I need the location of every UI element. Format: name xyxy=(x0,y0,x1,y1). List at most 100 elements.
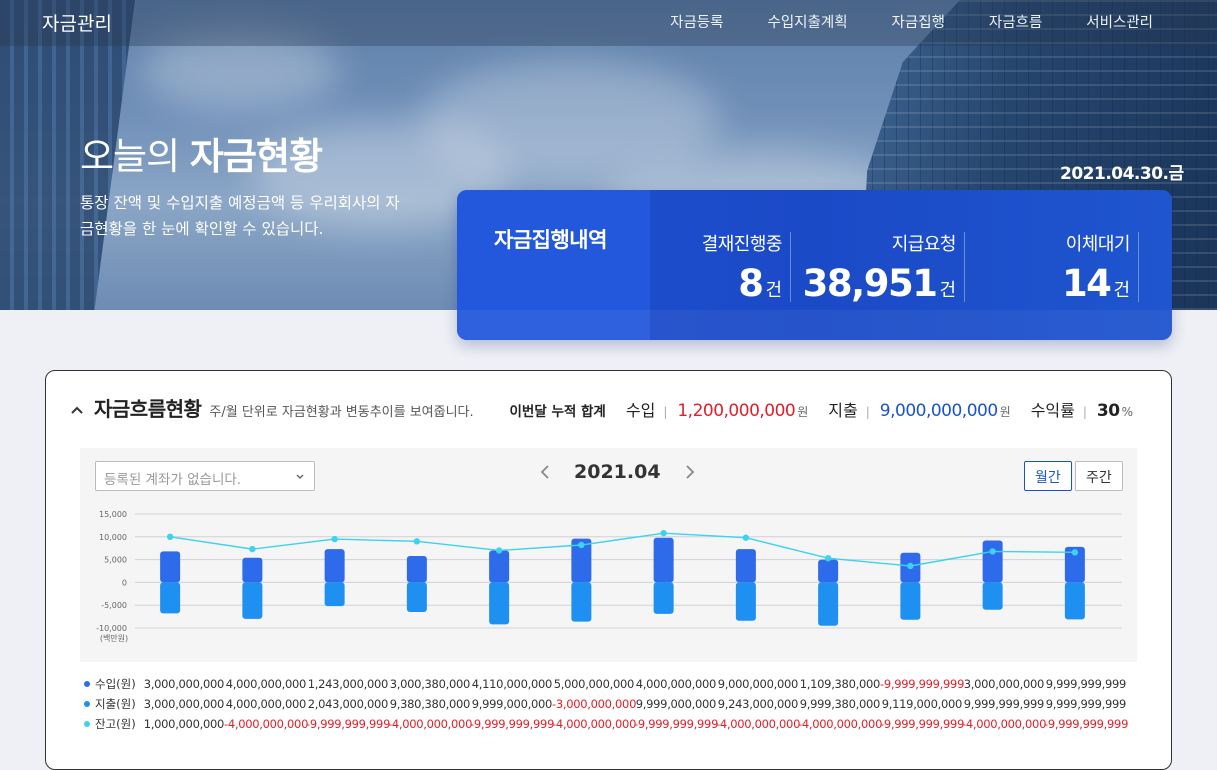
stat-label: 지급요청 xyxy=(891,234,957,255)
balance-point xyxy=(249,545,256,553)
income-bar xyxy=(653,537,674,583)
chevron-up-icon[interactable] xyxy=(70,403,84,417)
legend-dot xyxy=(84,721,90,727)
stat-transfer-waiting[interactable]: 이체대기 14 건 xyxy=(1061,230,1131,305)
table-cell: 9,999,380,000 xyxy=(799,697,881,711)
balance-line xyxy=(170,532,1075,567)
row-label: 지출(원) xyxy=(84,696,142,712)
table-cell: 4,000,000,000 xyxy=(635,677,717,691)
stat-unit: 건 xyxy=(939,280,956,301)
table-cell: 9,999,000,000 xyxy=(635,697,717,711)
totals-caption: 이번달 누적 합계 xyxy=(509,404,606,420)
nav-fund-register[interactable]: 자금등록 xyxy=(670,11,723,32)
monthly-view-button[interactable]: 월간 xyxy=(1024,461,1072,491)
rate-value: 30 xyxy=(1096,401,1120,421)
table-row: 잔고(원) 1,000,000,000 -4,000,000,000 -9,999,9… xyxy=(84,714,1134,734)
nav-service-admin[interactable]: 서비스관리 xyxy=(1086,11,1153,32)
y-tick-label: 0 xyxy=(122,578,127,587)
table-cell: 9,243,000,000 xyxy=(717,697,799,711)
table-cell: 9,999,999,999 xyxy=(1045,677,1127,691)
hero-title-bold: 자금현황 xyxy=(189,135,323,178)
won-unit: 원 xyxy=(797,405,809,419)
cashflow-table: 수입(원) 3,000,000,000 4,000,000,000 1,243,000… xyxy=(84,674,1134,734)
y-tick-label: 5,000 xyxy=(104,556,127,565)
income-label: 수입 xyxy=(625,401,656,420)
balance-point xyxy=(907,562,914,570)
balance-point xyxy=(331,535,338,543)
nav-fund-execution[interactable]: 자금집행 xyxy=(892,11,945,32)
income-bar xyxy=(489,550,510,583)
table-cell: 9,999,999,999 xyxy=(963,697,1045,711)
table-cell: -3,000,000,000 xyxy=(552,697,637,711)
income-total: 1,200,000,000 xyxy=(677,401,796,421)
prev-month-icon[interactable] xyxy=(538,464,552,480)
hero-subtitle: 통장 잔액 및 수입지출 예정금액 등 우리회사의 자금현황을 한 눈에 확인할… xyxy=(80,194,400,238)
divider xyxy=(1138,232,1139,302)
expense-bar xyxy=(571,582,592,622)
table-cell: 4,000,000,000 xyxy=(225,677,307,691)
legend-dot xyxy=(84,681,90,687)
stat-value: 38,951 xyxy=(802,262,938,305)
income-bar xyxy=(324,549,345,583)
table-cell: 4,110,000,000 xyxy=(471,677,553,691)
y-tick-label: 10,000 xyxy=(99,533,127,542)
table-cell: -9,999,999,999 xyxy=(470,717,555,731)
table-cell: -9,999,999,999 xyxy=(306,717,391,731)
expense-bar xyxy=(406,582,427,613)
balance-point xyxy=(660,529,667,537)
nav-income-expense-plan[interactable]: 수입지출계획 xyxy=(768,11,848,32)
table-cell: -4,000,000,000 xyxy=(962,717,1047,731)
expense-bar xyxy=(653,582,674,614)
weekly-view-button[interactable]: 주간 xyxy=(1075,461,1123,491)
income-bar xyxy=(735,549,756,583)
stat-value: 14 xyxy=(1061,262,1112,305)
panel-header: 자금흐름현황 주/월 단위로 자금현황과 변동추이를 보여줍니다. xyxy=(70,393,474,422)
stat-unit: 건 xyxy=(1113,280,1130,301)
expense-bar xyxy=(324,582,345,607)
table-cell: 1,109,380,000 xyxy=(799,677,881,691)
income-bar xyxy=(818,559,839,583)
stat-payment-request[interactable]: 지급요청 38,951 건 xyxy=(802,230,957,305)
expense-bar xyxy=(982,582,1003,610)
row-label: 수입(원) xyxy=(84,676,142,692)
table-cell: 4,000,000,000 xyxy=(225,697,307,711)
account-select[interactable]: 등록된 계좌가 없습니다. xyxy=(95,461,315,491)
expense-bar xyxy=(1064,582,1085,620)
today-date: 2021.04.30.금 xyxy=(1060,164,1184,184)
won-unit: 원 xyxy=(999,405,1011,419)
y-axis-unit: (백만원) xyxy=(100,633,128,643)
next-month-icon[interactable] xyxy=(683,464,697,480)
stat-approval-pending[interactable]: 결재진행중 8건 xyxy=(701,230,783,305)
account-select-value: 등록된 계좌가 없습니다. xyxy=(104,472,242,488)
row-label-text: 잔고(원) xyxy=(95,717,136,731)
table-cell: 9,999,000,000 xyxy=(471,697,553,711)
expense-label: 지출 xyxy=(828,401,858,420)
row-label-text: 지출(원) xyxy=(95,697,136,711)
stat-label: 결재진행중 xyxy=(701,234,783,255)
table-cell: -9,999,999,999 xyxy=(634,717,719,731)
balance-point xyxy=(495,547,503,554)
top-nav-bar: 자금관리 자금등록 수입지출계획 자금집행 자금흐름 서비스관리 xyxy=(0,0,1217,46)
expense-total: 9,000,000,000 xyxy=(879,401,998,421)
table-cell: -4,000,000,000 xyxy=(716,717,801,731)
row-label: 잔고(원) xyxy=(84,716,142,732)
nav-fund-flow[interactable]: 자금흐름 xyxy=(989,11,1042,32)
summary-title: 자금집행내역 xyxy=(494,228,607,252)
balance-point xyxy=(413,538,421,545)
expense-bar xyxy=(818,582,839,626)
month-navigator: 2021.04 xyxy=(538,461,697,483)
balance-point xyxy=(989,548,996,555)
balance-point xyxy=(824,555,832,562)
cashflow-chart: 15,000 10,000 5,000 0 -5,000 -10,000(백만원) xyxy=(96,510,1122,643)
table-row: 지출(원) 3,000,000,000 4,000,000,000 2,043,000… xyxy=(84,694,1134,714)
divider xyxy=(964,232,965,302)
cashflow-panel: 자금흐름현황 주/월 단위로 자금현황과 변동추이를 보여줍니다. 이번달 누적… xyxy=(45,370,1172,770)
table-cell: 1,243,000,000 xyxy=(307,677,389,691)
rate-label: 수익률 xyxy=(1030,401,1075,420)
hero-title: 오늘의 자금현황 xyxy=(80,126,323,180)
fund-execution-summary-card[interactable]: 자금집행내역 결재진행중 8건 지급요청 38,951 건 이체대기 14 건 xyxy=(457,190,1172,340)
table-cell: 5,000,000,000 xyxy=(553,677,635,691)
stat-unit: 건 xyxy=(765,280,782,301)
table-cell: -4,000,000,000 xyxy=(224,717,309,731)
app-logo[interactable]: 자금관리 xyxy=(42,9,112,36)
